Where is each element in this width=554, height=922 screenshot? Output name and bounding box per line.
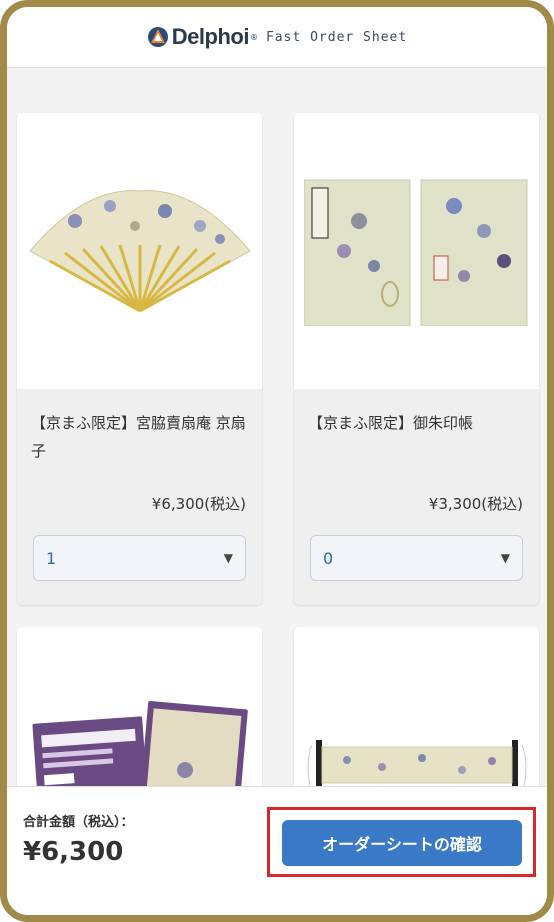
total-value: ¥6,300: [23, 837, 124, 867]
total-label: 合計金額（税込）：: [23, 815, 134, 830]
product-image-fan: [17, 113, 262, 389]
quantity-select[interactable]: 1 ▼: [33, 535, 246, 581]
chevron-down-icon: ▼: [223, 551, 233, 565]
registered-mark: ®: [249, 32, 258, 42]
folding-fan-illustration: [28, 190, 251, 313]
product-card[interactable]: 【京まふ限定】宮脇賣扇庵 京扇子 ¥6,300(税込) 1 ▼: [17, 113, 262, 605]
product-card[interactable]: 【京まふ限定】御朱印帳 ¥3,300(税込) 0 ▼: [294, 113, 539, 605]
quantity-select[interactable]: 0 ▼: [310, 535, 523, 581]
product-name: 【京まふ限定】宮脇賣扇庵 京扇子: [31, 414, 246, 460]
confirm-order-sheet-button[interactable]: オーダーシートの確認: [282, 820, 522, 866]
app-header: Delphoi ® Fast Order Sheet: [7, 7, 547, 68]
product-name: 【京まふ限定】御朱印帳: [308, 414, 474, 432]
confirm-highlight: オーダーシートの確認: [267, 807, 536, 877]
brand-name: Delphoi: [171, 24, 250, 49]
quantity-value: 1: [46, 548, 57, 568]
quantity-value: 0: [323, 548, 334, 568]
product-price: ¥6,300(税込): [151, 495, 246, 513]
product-price: ¥3,300(税込): [428, 495, 523, 513]
phone-frame: Delphoi ® Fast Order Sheet 【京まふ限定】宮脇賣扇庵 …: [0, 0, 554, 922]
product-image-goshuin: [294, 113, 539, 389]
logo: Delphoi ® Fast Order Sheet: [147, 24, 407, 50]
page-subtitle: Fast Order Sheet: [265, 29, 408, 45]
goshuin-book-illustration: [304, 179, 528, 326]
order-footer: 合計金額（税込）： ¥6,300 オーダーシートの確認: [7, 786, 547, 915]
chevron-down-icon: ▼: [500, 551, 510, 565]
delphoi-logo-icon: [147, 27, 168, 47]
